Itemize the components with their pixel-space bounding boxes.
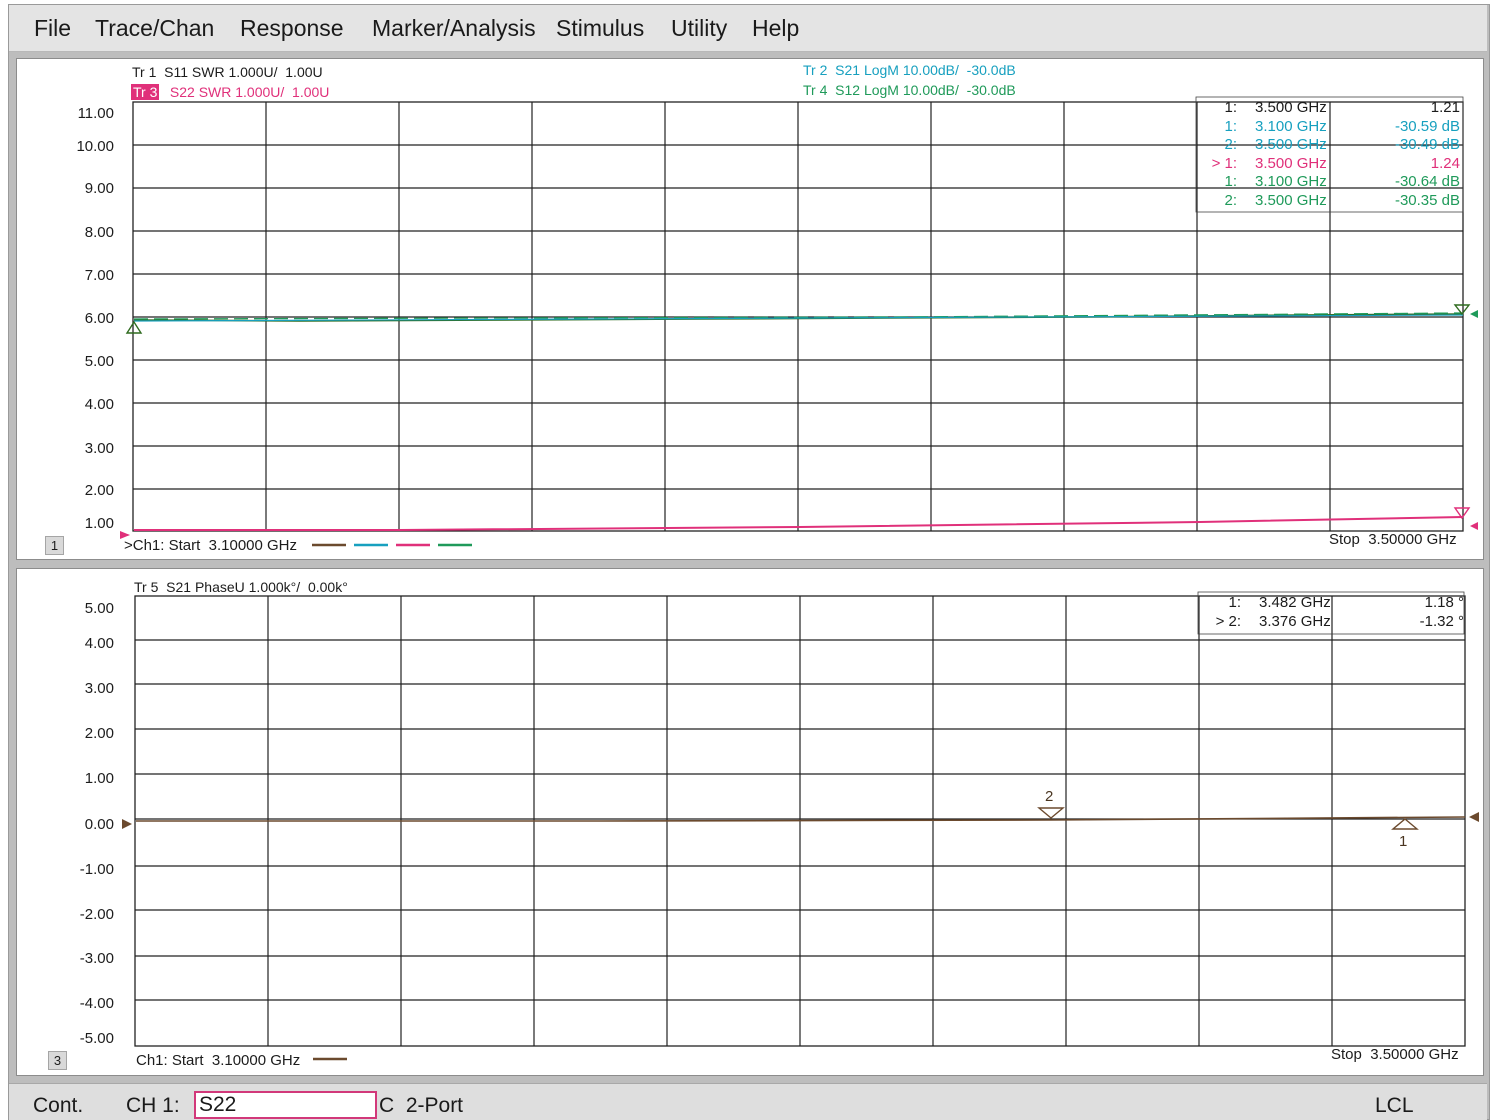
panel-3-start-freq: Ch1: Start 3.10000 GHz xyxy=(136,1052,301,1069)
p1-marker-frequency: 3.500 GHz xyxy=(1255,99,1327,116)
panel-3-stop-freq: Stop 3.50000 GHz xyxy=(1331,1046,1459,1063)
phase-marker-2-label: 2 xyxy=(1045,788,1054,805)
sweep-mode-status[interactable]: Cont. xyxy=(33,1094,83,1118)
p3-marker-id: 1: xyxy=(1228,594,1241,611)
phase-reference-arrow-right xyxy=(1469,812,1479,822)
p3-marker-value: -1.32 ° xyxy=(1419,612,1464,630)
channel-window-number-3[interactable]: 3 xyxy=(48,1051,67,1070)
phase-marker-2-triangle xyxy=(1037,807,1065,819)
p1-marker-value: -30.35 dB xyxy=(1394,191,1460,209)
phase-marker-1-label: 1 xyxy=(1399,833,1408,850)
p3-marker-frequency: 3.482 GHz xyxy=(1259,594,1331,611)
marker-triangle-start xyxy=(125,320,143,334)
p1-marker-id: 2: xyxy=(1224,191,1237,209)
calibration-status[interactable]: C 2-Port xyxy=(379,1094,463,1118)
p1-marker-frequency: 3.100 GHz xyxy=(1255,173,1327,190)
p1-marker-id: 2: xyxy=(1224,136,1237,153)
p1-marker-value: -30.64 dB xyxy=(1394,173,1460,190)
p1-marker-value: 1.21 xyxy=(1430,99,1460,116)
active-parameter-field[interactable]: S22 xyxy=(194,1091,377,1119)
remote-local-status: LCL xyxy=(1375,1094,1414,1117)
status-bar: Cont. CH 1: S22 C 2-Port LCL xyxy=(9,1083,1487,1120)
p1-marker-value: 1.24 xyxy=(1430,154,1460,172)
p1-marker-id: 1: xyxy=(1224,173,1237,190)
channel-window-number-1[interactable]: 1 xyxy=(45,536,64,555)
reference-arrow-right-s22 xyxy=(1470,522,1478,530)
p1-marker-frequency: 3.500 GHz xyxy=(1255,154,1327,172)
p3-marker-frequency: 3.376 GHz xyxy=(1259,612,1331,630)
p1-marker-value: -30.49 dB xyxy=(1394,136,1460,153)
p1-marker-value: -30.59 dB xyxy=(1394,117,1460,135)
p1-marker-id: 1: xyxy=(1224,117,1237,135)
p3-marker-value: 1.18 ° xyxy=(1424,594,1464,611)
panel-1-start-freq: >Ch1: Start 3.10000 GHz xyxy=(124,537,298,554)
panel-1-stop-freq: Stop 3.50000 GHz xyxy=(1329,531,1457,548)
reference-arrow-right xyxy=(1470,310,1478,318)
p3-marker-id: > 2: xyxy=(1215,612,1241,630)
trace-5-header[interactable]: Tr 5 S21 PhaseU 1.000k°/ 0.00k° xyxy=(134,579,348,595)
p1-marker-id: 1: xyxy=(1224,99,1237,116)
p1-marker-frequency: 3.500 GHz xyxy=(1255,191,1327,209)
phase-reference-arrow-left xyxy=(122,819,132,829)
p1-marker-frequency: 3.500 GHz xyxy=(1255,136,1327,153)
phase-marker-1-triangle xyxy=(1391,818,1419,830)
p1-marker-id: > 1: xyxy=(1211,154,1237,172)
p1-marker-frequency: 3.100 GHz xyxy=(1255,117,1327,135)
channel-status-label: CH 1: xyxy=(126,1094,180,1117)
